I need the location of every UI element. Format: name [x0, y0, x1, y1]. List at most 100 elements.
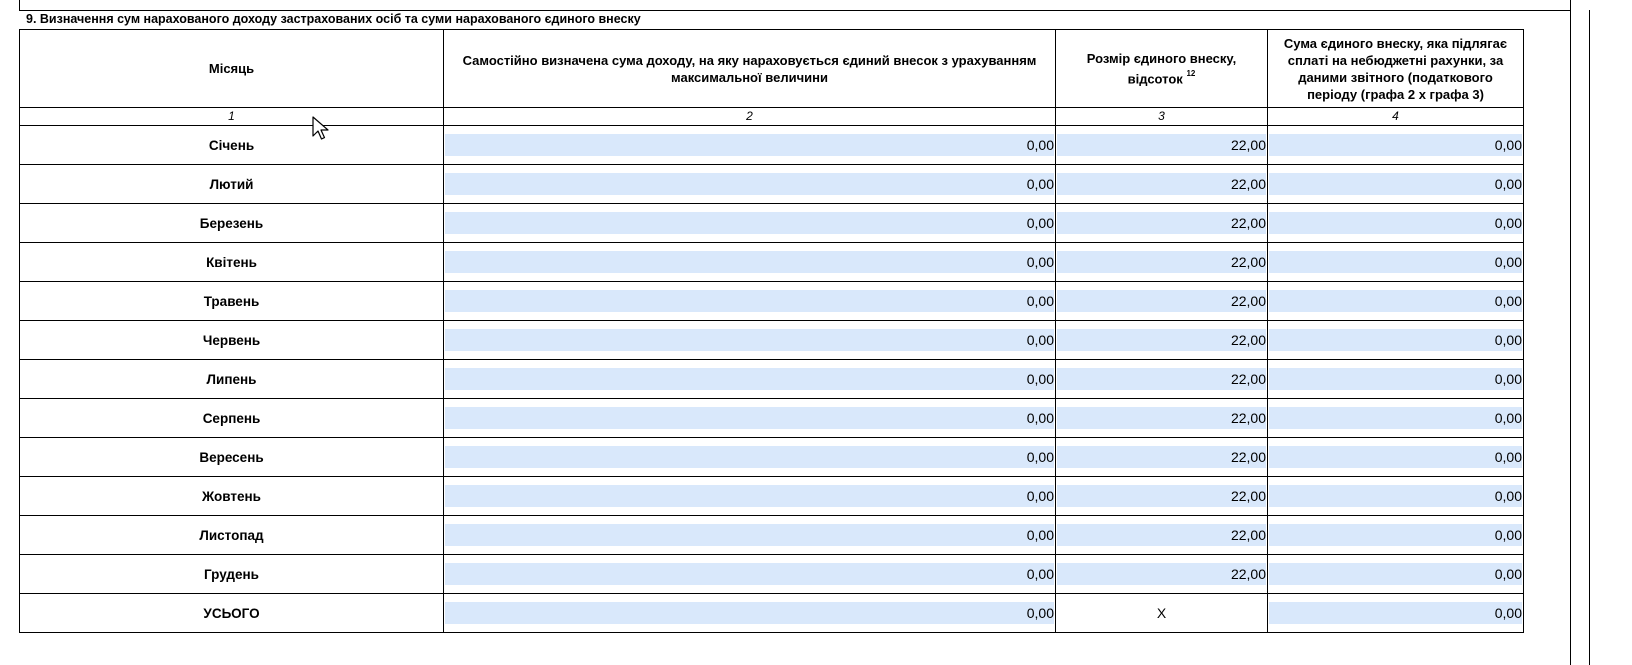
rate-field-cell: 22,00	[1055, 320, 1268, 360]
income-field-cell: 0,00	[443, 359, 1056, 399]
contribution-field-cell: 0,00	[1267, 359, 1524, 399]
month-label: Листопад	[19, 515, 444, 555]
rate-field-value: 22,00	[1230, 332, 1266, 348]
rate-field[interactable]: 22,00	[1057, 524, 1266, 546]
rate-field[interactable]: 22,00	[1057, 368, 1266, 390]
header-contribution: Сума єдиного внеску, яка підлягає сплаті…	[1267, 29, 1524, 108]
rate-field-cell: 22,00	[1055, 554, 1268, 594]
income-field[interactable]: 0,00	[445, 329, 1054, 351]
income-field-value: 0,00	[1026, 215, 1054, 231]
rate-field-cell: 22,00	[1055, 437, 1268, 477]
contribution-field[interactable]: 0,00	[1269, 173, 1522, 195]
rate-field[interactable]: 22,00	[1057, 212, 1266, 234]
contribution-field-cell: 0,00	[1267, 281, 1524, 321]
contribution-field-value: 0,00	[1494, 449, 1522, 465]
contribution-field-value: 0,00	[1494, 176, 1522, 192]
contribution-field-cell: 0,00	[1267, 437, 1524, 477]
income-field[interactable]: 0,00	[445, 485, 1054, 507]
contribution-field-value: 0,00	[1494, 332, 1522, 348]
contribution-field-cell: 0,00	[1267, 476, 1524, 516]
contribution-field[interactable]: 0,00	[1269, 602, 1522, 624]
column-number-2: 2	[443, 107, 1056, 126]
income-field-value: 0,00	[1026, 371, 1054, 387]
month-row: Червень 0,00 22,00 0,00	[19, 320, 1524, 360]
rate-field[interactable]: 22,00	[1057, 485, 1266, 507]
column-number-1: 1	[19, 107, 444, 126]
rate-field-value: 22,00	[1230, 488, 1266, 504]
income-field-value: 0,00	[1026, 254, 1054, 270]
contribution-field[interactable]: 0,00	[1269, 407, 1522, 429]
income-field[interactable]: 0,00	[445, 134, 1054, 156]
contribution-field[interactable]: 0,00	[1269, 134, 1522, 156]
rate-field[interactable]: 22,00	[1057, 290, 1266, 312]
month-row: Травень 0,00 22,00 0,00	[19, 281, 1524, 321]
contribution-field[interactable]: 0,00	[1269, 368, 1522, 390]
income-field[interactable]: 0,00	[445, 212, 1054, 234]
contribution-field[interactable]: 0,00	[1269, 329, 1522, 351]
column-number-4: 4	[1267, 107, 1524, 126]
contribution-field[interactable]: 0,00	[1269, 524, 1522, 546]
rate-field-cell: 22,00	[1055, 125, 1268, 165]
contribution-field-value: 0,00	[1494, 293, 1522, 309]
contribution-field-cell: 0,00	[1267, 398, 1524, 438]
contribution-field[interactable]: 0,00	[1269, 212, 1522, 234]
month-label: Червень	[19, 320, 444, 360]
rate-field[interactable]: 22,00	[1057, 251, 1266, 273]
income-field[interactable]: 0,00	[445, 368, 1054, 390]
rate-field-cell: 22,00	[1055, 203, 1268, 243]
income-field-value: 0,00	[1026, 332, 1054, 348]
contribution-field-value: 0,00	[1494, 527, 1522, 543]
income-field[interactable]: 0,00	[445, 290, 1054, 312]
contribution-field-cell: 0,00	[1267, 593, 1524, 633]
rate-field[interactable]: 22,00	[1057, 407, 1266, 429]
contribution-field-value: 0,00	[1494, 410, 1522, 426]
income-field-value: 0,00	[1026, 176, 1054, 192]
month-label: Лютий	[19, 164, 444, 204]
rate-field-value: 22,00	[1230, 527, 1266, 543]
income-field-cell: 0,00	[443, 242, 1056, 282]
contribution-field-value: 0,00	[1494, 488, 1522, 504]
month-label: Вересень	[19, 437, 444, 477]
month-row: Липень 0,00 22,00 0,00	[19, 359, 1524, 399]
rate-field-cell: 22,00	[1055, 359, 1268, 399]
contribution-field[interactable]: 0,00	[1269, 485, 1522, 507]
rate-field-value: 22,00	[1230, 293, 1266, 309]
rate-field[interactable]: 22,00	[1057, 446, 1266, 468]
contribution-field[interactable]: 0,00	[1269, 563, 1522, 585]
income-field[interactable]: 0,00	[445, 563, 1054, 585]
header-rate: Розмір єдиного внеску, відсоток 12	[1055, 29, 1268, 108]
rate-not-applicable: X	[1055, 593, 1268, 633]
income-field-cell: 0,00	[443, 593, 1056, 633]
income-field[interactable]: 0,00	[445, 173, 1054, 195]
contribution-field-value: 0,00	[1494, 215, 1522, 231]
income-field-value: 0,00	[1026, 527, 1054, 543]
rate-field-cell: 22,00	[1055, 164, 1268, 204]
income-field-cell: 0,00	[443, 515, 1056, 555]
rate-field[interactable]: 22,00	[1057, 173, 1266, 195]
rate-field[interactable]: 22,00	[1057, 134, 1266, 156]
header-row: Місяць Самостійно визначена сума доходу,…	[19, 29, 1524, 108]
income-field[interactable]: 0,00	[445, 446, 1054, 468]
contribution-field-value: 0,00	[1494, 137, 1522, 153]
income-field[interactable]: 0,00	[445, 602, 1054, 624]
income-field[interactable]: 0,00	[445, 251, 1054, 273]
rate-field-value: 22,00	[1230, 449, 1266, 465]
month-label: Грудень	[19, 554, 444, 594]
month-label: Травень	[19, 281, 444, 321]
rate-field[interactable]: 22,00	[1057, 563, 1266, 585]
contribution-field[interactable]: 0,00	[1269, 446, 1522, 468]
rate-field[interactable]: 22,00	[1057, 329, 1266, 351]
month-row: Березень 0,00 22,00 0,00	[19, 203, 1524, 243]
contribution-field-cell: 0,00	[1267, 554, 1524, 594]
income-field-value: 0,00	[1026, 410, 1054, 426]
contribution-table: Місяць Самостійно визначена сума доходу,…	[19, 29, 1524, 633]
income-field-cell: 0,00	[443, 320, 1056, 360]
month-row: Жовтень 0,00 22,00 0,00	[19, 476, 1524, 516]
income-field[interactable]: 0,00	[445, 524, 1054, 546]
contribution-field[interactable]: 0,00	[1269, 290, 1522, 312]
header-month: Місяць	[19, 29, 444, 108]
contribution-field[interactable]: 0,00	[1269, 251, 1522, 273]
rate-field-value: 22,00	[1230, 566, 1266, 582]
income-field[interactable]: 0,00	[445, 407, 1054, 429]
contribution-field-cell: 0,00	[1267, 125, 1524, 165]
